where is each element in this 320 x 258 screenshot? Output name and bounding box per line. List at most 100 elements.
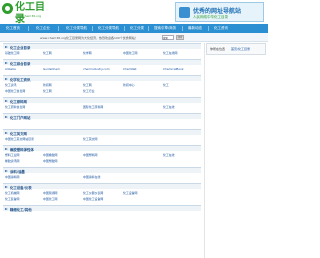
nav-divider — [58, 26, 59, 31]
section-row: 基础化工网 化工网 化学网 中国化工网 化工在线网 — [3, 49, 201, 55]
site-link[interactable]: 中国塑胶网 — [43, 159, 57, 163]
site-link[interactable]: 中国橡胶网 — [43, 153, 57, 157]
site-link[interactable]: 化工 — [163, 83, 169, 87]
site-link[interactable]: 新闻中心 — [123, 83, 135, 87]
directory-section: 化学化工资讯 化工资讯 新闻网 化工网 新闻中心 化工 中国化工信息网 化工网 化工行业 — [3, 75, 201, 93]
site-link[interactable]: 化工装备网 — [5, 197, 19, 201]
directory-section: 涂料/油墨 中国涂料网 中国涂料在线 — [3, 167, 201, 179]
site-link[interactable]: 基础化工网 — [5, 51, 19, 55]
nav-item-companies[interactable]: 化工企业 — [36, 24, 50, 33]
banner-subline: 人民网络中华化工目录 — [193, 15, 228, 19]
site-link[interactable]: 化工在线 — [163, 153, 175, 157]
site-link[interactable]: 化工在线网 — [163, 51, 177, 55]
nav-item-news[interactable]: 化工资讯 — [214, 24, 228, 33]
site-link[interactable]: 中国化工网 — [123, 51, 137, 55]
nav-divider — [148, 26, 149, 31]
main-nav: 化工首页 化工企业 化工分类导航 化工分类导航 化工分类 搜索引擎/商务 最新动… — [0, 24, 268, 33]
section-row: 中国涂料网 中国涂料在线 — [3, 173, 201, 179]
directory-section: 化工设备/仪表 化工机械网 中国泵阀网 化工仪器仪表网 化工设备网 化工装备网 中国化工网中… — [3, 183, 201, 201]
site-link[interactable]: 中国化工网 — [43, 197, 57, 201]
site-link[interactable]: 化学网 — [83, 51, 92, 55]
nav-divider — [208, 26, 209, 31]
section-arrow-icon — [5, 77, 8, 80]
section-arrow-icon — [5, 115, 8, 118]
site-link[interactable]: 化工英文网 — [83, 137, 97, 141]
site-link[interactable]: 化工网 — [43, 89, 52, 93]
site-link[interactable]: 化工行业 — [83, 89, 95, 93]
site-link[interactable]: 中国化工设备网 — [83, 197, 103, 201]
nav-item-category-nav[interactable]: 化工分类导航 — [66, 24, 87, 33]
site-link[interactable]: 中国涂料网 — [5, 175, 19, 179]
nav-divider — [28, 26, 29, 31]
nav-item-category[interactable]: 化工分类 — [130, 24, 144, 33]
site-logo[interactable]: 化工目录 www.chem36.org — [2, 2, 54, 25]
site-link[interactable]: 化工机械网 — [5, 191, 19, 195]
site-link[interactable]: 橡胶资讯网 — [5, 159, 19, 163]
search-input[interactable]: 搜索 — [162, 35, 174, 40]
site-link[interactable]: 中国化工英文网站目录 — [5, 137, 34, 141]
section-arrow-icon — [5, 45, 8, 48]
nav-divider — [182, 26, 183, 31]
site-link[interactable]: Alibaba — [5, 67, 16, 71]
site-link[interactable]: 化工资讯 — [5, 83, 17, 87]
nav-item-category-nav-2[interactable]: 化工分类导航 — [98, 24, 119, 33]
section-arrow-icon — [5, 147, 8, 150]
section-row — [3, 119, 201, 125]
section-row: 化工原料信息网 国际化工原料网 化工在线 — [3, 103, 201, 109]
section-row: 中国化工信息网 化工网 化工行业 — [3, 87, 201, 93]
section-arrow-icon — [5, 207, 8, 210]
section-arrow-icon — [5, 185, 8, 188]
directory-section: 化工英文网 中国化工英文网站目录 化工英文网 — [3, 129, 201, 141]
nav-item-home[interactable]: 化工首页 — [6, 24, 20, 33]
site-link[interactable]: chemindustry.com — [83, 67, 110, 71]
site-link[interactable]: 化工设备网 — [123, 191, 137, 195]
nav-divider — [124, 26, 125, 31]
nav-item-latest[interactable]: 最新动态 — [188, 24, 202, 33]
site-link[interactable]: 新闻网 — [43, 83, 52, 87]
location-box: 你所在位置 首页/化工目录 — [206, 43, 266, 55]
section-row: 橡胶资讯网 中国塑胶网 — [3, 157, 201, 163]
directory-main: 化工企业目录 基础化工网 化工网 化学网 中国化工网 化工在线网 化工综合目录 Alibaba… — [3, 43, 201, 258]
section-row: 化工装备网 中国化工网 中国化工设备网 — [3, 195, 201, 201]
section-arrow-icon — [5, 131, 8, 134]
logo-mark-icon — [2, 3, 13, 14]
site-link[interactable]: 中国化工信息网 — [5, 89, 25, 93]
site-link[interactable]: 化工网 — [43, 51, 52, 55]
location-label: 你所在位置 — [210, 47, 226, 51]
banner-icon — [179, 7, 190, 18]
directory-section: 化工原料网 化工原料信息网 国际化工原料网 化工在线 — [3, 97, 201, 109]
site-link[interactable]: GuideChem — [43, 67, 60, 71]
site-link[interactable]: 化工在线 — [163, 105, 175, 109]
site-header: 化工目录 www.chem36.org 优秀的网址导航站 人民网络中华化工目录 — [0, 0, 268, 25]
site-link[interactable]: 化工仪器仪表网 — [83, 191, 103, 195]
directory-section: 化工门户网站 — [3, 113, 201, 125]
section-arrow-icon — [5, 61, 8, 64]
site-link[interactable]: 中国涂料在线 — [83, 175, 100, 179]
site-link[interactable]: ChemicalBook — [163, 67, 184, 71]
directory-section: 化工综合目录 Alibaba GuideChem chemindustry.com Ch… — [3, 59, 201, 71]
search-button[interactable]: 搜索 — [176, 35, 184, 40]
location-link[interactable]: 首页/化工目录 — [231, 47, 250, 51]
section-row: Alibaba GuideChem chemindustry.com ChemNet C… — [3, 65, 201, 71]
section-row — [3, 211, 201, 217]
directory-section: 橡胶塑料弹性体 塑料工业网 中国橡胶网 中国塑料网 化工在线 橡胶资讯网 中国塑胶网 — [3, 145, 201, 163]
section-arrow-icon — [5, 99, 8, 102]
site-link[interactable]: ChemNet — [123, 67, 137, 71]
site-link[interactable]: 中国泵阀网 — [43, 191, 57, 195]
nav-divider — [92, 26, 93, 31]
header-banner[interactable]: 优秀的网址导航站 人民网络中华化工目录 — [175, 2, 264, 22]
directory-section: 精细化工/其他 — [3, 205, 201, 217]
site-link[interactable]: 国际化工原料网 — [83, 105, 103, 109]
directory-section: 化工企业目录 基础化工网 化工网 化学网 中国化工网 化工在线网 — [3, 43, 201, 55]
search-bar: www.chem36.org化工目录网为大化经济，热烈欢迎各100个优秀网站！ … — [0, 33, 268, 42]
site-link[interactable]: 化工网 — [83, 83, 92, 87]
banner-headline: 优秀的网址导航站 — [193, 8, 242, 15]
site-link[interactable]: 中国塑料网 — [83, 153, 97, 157]
site-link[interactable]: 塑料工业网 — [5, 153, 19, 157]
section-row: 中国化工英文网站目录 化工英文网 — [3, 135, 201, 141]
site-link[interactable]: 化工原料信息网 — [5, 105, 25, 109]
nav-item-search-engine[interactable]: 搜索引擎/商务 — [154, 24, 176, 33]
search-intro-text: www.chem36.org化工目录网为大化经济，热烈欢迎各100个优秀网站！ — [40, 36, 138, 40]
logo-url: www.chem36.org — [15, 14, 42, 18]
section-arrow-icon — [5, 169, 8, 172]
